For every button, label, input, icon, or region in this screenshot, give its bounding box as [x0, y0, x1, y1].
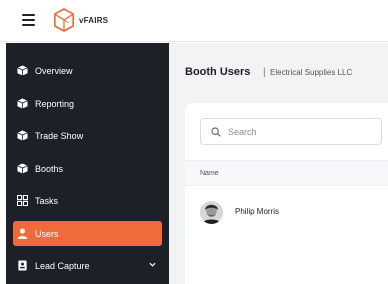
- sidebar-item-label: Reporting: [35, 98, 75, 109]
- search-box[interactable]: [200, 118, 382, 145]
- sidebar-item-label: Tasks: [35, 195, 59, 206]
- sidebar-item-booths[interactable]: Booths: [13, 156, 162, 181]
- sidebar-item-label: Booths: [35, 163, 64, 174]
- sidebar-item-label: Lead Capture: [35, 260, 90, 271]
- sidebar-item-reporting[interactable]: Reporting: [13, 91, 162, 116]
- avatar: [200, 201, 223, 224]
- page-title: Booth Users: [185, 66, 251, 78]
- user-icon: [16, 228, 28, 240]
- brand-name: vFAIRS: [79, 15, 109, 25]
- cube-icon: [16, 130, 28, 142]
- top-bar: vFAIRS: [0, 0, 388, 42]
- sidebar-item-label: Trade Show: [35, 130, 84, 141]
- sidebar-item-lead-capture[interactable]: Lead Capture: [13, 253, 162, 278]
- grid-icon: [16, 195, 28, 207]
- sidebar-item-label: Users: [35, 228, 59, 239]
- user-name[interactable]: Philip Morris: [235, 207, 279, 216]
- cube-icon: [16, 65, 28, 77]
- column-header-name[interactable]: Name: [200, 170, 219, 177]
- search-input[interactable]: [228, 126, 368, 137]
- sidebar-item-tasks[interactable]: Tasks: [13, 188, 162, 213]
- hamburger-menu-icon[interactable]: [22, 14, 35, 26]
- cube-icon: [16, 98, 28, 110]
- sidebar: Overview Reporting Trade Show Booths Tas…: [6, 43, 169, 284]
- title-separator: |: [263, 67, 266, 78]
- table-header: Name: [185, 160, 388, 186]
- main-content: Booth Users | Electrical Supplies LLC Na…: [169, 43, 388, 284]
- sidebar-item-users[interactable]: Users: [13, 221, 162, 246]
- brand-logo[interactable]: vFAIRS: [53, 8, 108, 32]
- table-row[interactable]: Philip Morris: [185, 197, 388, 233]
- cube-icon: [16, 163, 28, 175]
- users-card: Name Philip Morris: [185, 103, 388, 284]
- chevron-down-icon[interactable]: [149, 261, 156, 268]
- user-avatar-icon: [200, 201, 223, 224]
- sidebar-item-trade-show[interactable]: Trade Show: [13, 123, 162, 148]
- sidebar-item-overview[interactable]: Overview: [13, 58, 162, 83]
- id-card-icon: [16, 260, 28, 272]
- sidebar-item-label: Overview: [35, 65, 73, 76]
- page-subtitle: Electrical Supplies LLC: [270, 68, 353, 77]
- vfairs-logo-icon: [54, 8, 74, 32]
- search-icon: [211, 126, 221, 137]
